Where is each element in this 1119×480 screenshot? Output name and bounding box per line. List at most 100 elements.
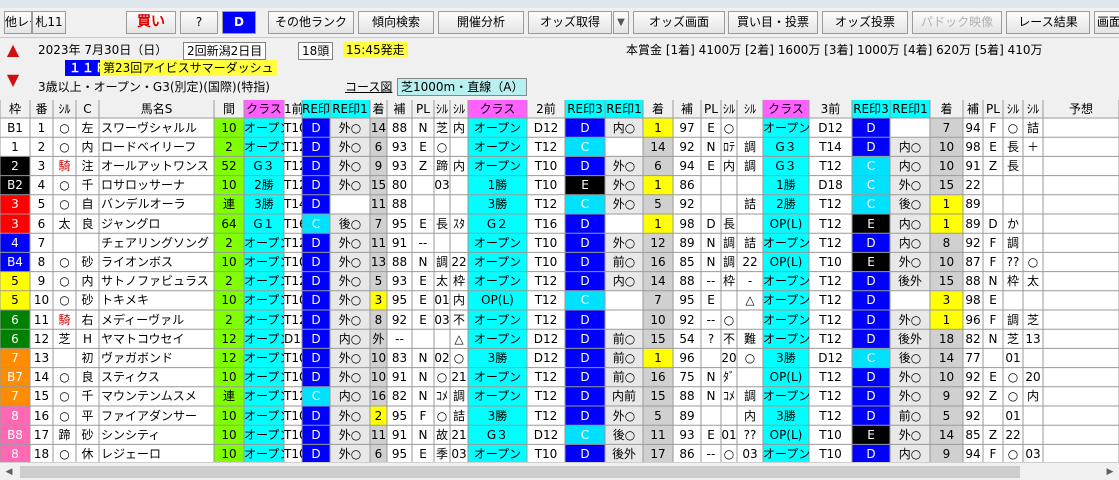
horse-name[interactable]: マウンテンムスメ (99, 387, 214, 405)
toolbar-button-7[interactable]: 開催分析 (438, 11, 524, 34)
horse-name[interactable]: メディーヴァル (99, 311, 214, 329)
grid-cell: 03 (742, 447, 758, 461)
grid-cell (1043, 387, 1119, 405)
horse-name[interactable]: サトノファビュラス (99, 272, 214, 290)
horse-name[interactable]: スワーヴシャルル (99, 119, 214, 137)
grid-cell (450, 195, 468, 213)
grid-cell: D (311, 351, 321, 365)
grid-cell: 93 (679, 427, 695, 442)
toolbar-button-11[interactable]: 買い目・投票 (728, 11, 818, 34)
grid-cell: 5 (11, 293, 19, 308)
toolbar-button-6[interactable]: 傾向検索 (358, 11, 434, 34)
toolbar-button-8[interactable]: オッズ取得 (528, 11, 612, 34)
toolbar-button-4[interactable]: D (222, 11, 256, 34)
toolbar-button-2[interactable]: 買い (126, 11, 176, 34)
next-race-arrow-icon[interactable]: ▼ (6, 70, 20, 90)
grid-cell: 01 (434, 293, 450, 308)
toolbar-button-12[interactable]: オッズ投票 (822, 11, 908, 34)
grid-cell: T12 (534, 408, 558, 423)
grid-cell (605, 215, 643, 233)
horse-name[interactable]: レジェーロ (99, 445, 214, 462)
grid-cell: 86 (679, 447, 695, 461)
grid-cell: 6 (374, 139, 383, 154)
scroll-thumb[interactable] (20, 466, 1020, 478)
grid-cell: ○ (1007, 447, 1019, 461)
toolbar-button-0[interactable]: 他レース (4, 11, 32, 34)
grid-cell: D (866, 331, 876, 346)
grid-cell: T12 (284, 312, 302, 327)
grid-cell: D (311, 235, 321, 250)
scroll-left-icon[interactable]: ◀ (2, 465, 16, 479)
grid-cell (737, 119, 763, 137)
column-header: クラス (768, 102, 804, 116)
toolbar-button-14[interactable]: レース結果 (1006, 11, 1090, 34)
column-header: RE印3 (302, 102, 330, 116)
grid-cell: 連 (222, 197, 235, 212)
grid-cell: 外○ (338, 351, 362, 365)
horse-name[interactable]: スティクス (99, 368, 214, 386)
horse-name[interactable]: トキメキ (99, 291, 214, 309)
grid-cell: 4 (37, 178, 46, 193)
horse-name[interactable]: バンデルオーラ (99, 195, 214, 213)
toolbar-button-15[interactable]: 画面 (1094, 11, 1119, 34)
toolbar-button-10[interactable]: オッズ画面 (633, 11, 725, 34)
grid-cell (737, 311, 763, 329)
scroll-right-icon[interactable]: ▶ (1103, 465, 1117, 479)
grid-cell: 調 (743, 139, 756, 154)
grid-cell: D (866, 370, 876, 385)
grid-cell: 89 (679, 408, 695, 423)
horse-name[interactable]: ロードベイリーフ (99, 138, 214, 156)
grid-cell (1023, 195, 1043, 213)
course-map-link[interactable]: コース図 (345, 79, 392, 95)
grid-cell: 7 (374, 216, 383, 231)
horizontal-scrollbar[interactable]: ◀ ▶ (0, 462, 1119, 480)
horse-name[interactable]: ファイアダンサー (99, 407, 214, 425)
grid-cell: 3 (374, 293, 383, 308)
grid-cell: 14 (938, 351, 955, 365)
grid-cell: D (311, 293, 321, 308)
toolbar: 他レース札11 買い?D その他ランク傾向検索開催分析オッズ取得▼オッズ画面買い目・… (0, 8, 1119, 36)
grid-cell: ｽﾀ (452, 216, 465, 231)
toolbar-button-3[interactable]: ? (180, 11, 218, 34)
grid-cell: T12 (819, 389, 842, 404)
grid-cell (1023, 176, 1043, 194)
grid-cell: E (707, 120, 715, 135)
grid-cell: T10 (284, 255, 302, 269)
race-info-panel: ▲ ▼ 2023年 7月30日（日） 2回新潟2日目 18頭 15:45発走 本… (0, 37, 1119, 99)
grid-cell: 03 (434, 178, 450, 193)
horse-name[interactable]: チェアリングソング (99, 234, 214, 252)
horse-name[interactable]: ロサロッサーナ (99, 176, 214, 194)
grid-cell: 22 (965, 178, 981, 193)
toolbar-button-13[interactable]: パドック映像 (912, 11, 1002, 34)
grid-cell (983, 407, 1003, 425)
grid-cell: T10 (819, 427, 842, 442)
grid-cell: 調 (435, 255, 448, 269)
prev-race-arrow-icon[interactable]: ▲ (6, 40, 20, 60)
horse-name[interactable]: シンシティ (99, 426, 214, 444)
grid-cell: 03 (1025, 447, 1041, 461)
column-header: PL (416, 102, 430, 116)
grid-cell: 18 (33, 447, 50, 461)
horse-name[interactable]: ヴァガボンド (99, 349, 214, 367)
horse-name[interactable]: ライオンボス (99, 253, 214, 271)
horse-name[interactable]: ヤマトコウセイ (99, 330, 214, 348)
toolbar-button-5[interactable]: その他ランク (268, 11, 354, 34)
grid-cell: オープン (244, 139, 284, 154)
horse-name[interactable]: ジャングロ (99, 215, 214, 233)
grid-cell: 前○ (612, 255, 636, 269)
grid-cell: 内 (452, 293, 465, 308)
grid-cell: G３ (775, 159, 797, 173)
grid-cell (1043, 426, 1119, 444)
grid-cell: D (311, 120, 321, 135)
horse-name[interactable]: オールアットワンス (99, 157, 214, 175)
grid-cell: D (580, 408, 590, 423)
grid-cell: 外○ (338, 120, 362, 135)
toolbar-button-9[interactable]: ▼ (613, 11, 629, 34)
grid-cell: 92 (965, 408, 981, 423)
grid-cell (721, 291, 737, 309)
column-header: 1前 (284, 102, 302, 116)
grid-cell: 1 (654, 216, 662, 231)
grid-cell: 52 (221, 159, 237, 173)
toolbar-button-1[interactable]: 札11 (32, 11, 66, 34)
grid-cell: 3勝 (487, 197, 508, 212)
